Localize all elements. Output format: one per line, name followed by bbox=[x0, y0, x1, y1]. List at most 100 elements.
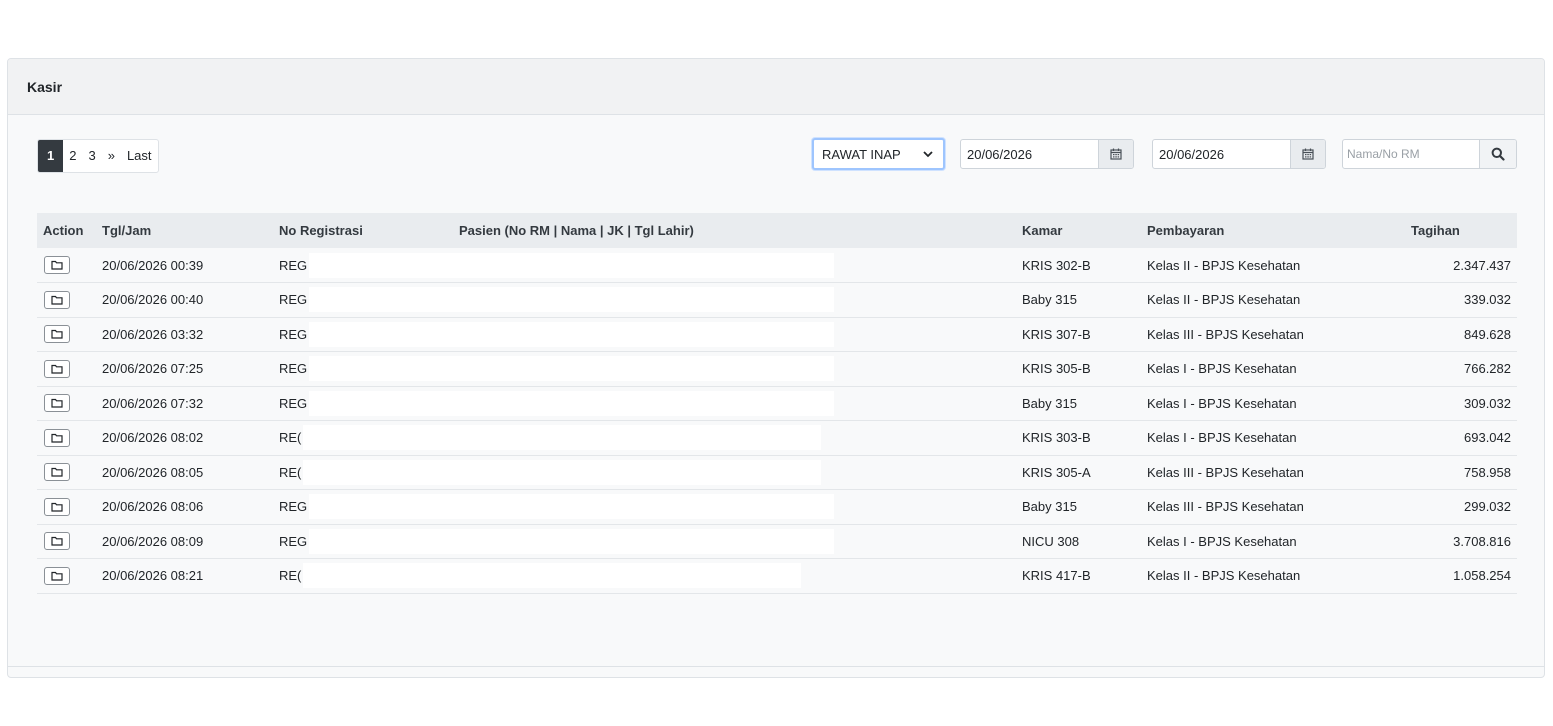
action-cell bbox=[37, 455, 96, 490]
payment-cell: Kelas I - BPJS Kesehatan bbox=[1147, 395, 1297, 411]
table-row[interactable]: 20/06/2026 08:09 REG NICU 308 Kelas I - … bbox=[37, 524, 1517, 559]
date-to-input[interactable] bbox=[1153, 140, 1290, 168]
last-page-button[interactable]: Last bbox=[121, 140, 158, 172]
service-type-select[interactable]: RAWAT INAP bbox=[812, 138, 945, 170]
redacted-block bbox=[309, 390, 835, 416]
open-folder-button[interactable] bbox=[44, 428, 70, 447]
open-folder-button[interactable] bbox=[44, 463, 70, 482]
open-folder-button[interactable] bbox=[44, 532, 70, 551]
reg-patient-cell: REG bbox=[273, 352, 1016, 387]
folder-icon bbox=[51, 468, 63, 477]
payment-cell: Kelas I - BPJS Kesehatan bbox=[1147, 430, 1297, 446]
date-to-calendar-button[interactable] bbox=[1290, 140, 1325, 168]
page-2-button[interactable]: 2 bbox=[63, 140, 82, 172]
folder-icon bbox=[51, 399, 63, 408]
reg-no: RE( bbox=[279, 568, 302, 584]
table-row[interactable]: 20/06/2026 07:32 REG Baby 315 Kelas I - … bbox=[37, 386, 1517, 421]
table-row[interactable]: 20/06/2026 08:21 RE( KRIS 417-B Kelas II… bbox=[37, 559, 1517, 593]
open-folder-button[interactable] bbox=[44, 325, 70, 344]
search-input[interactable] bbox=[1343, 140, 1479, 168]
payment-cell: Kelas I - BPJS Kesehatan bbox=[1147, 533, 1297, 549]
open-folder-button[interactable] bbox=[44, 566, 70, 585]
open-folder-button[interactable] bbox=[44, 290, 70, 309]
datetime-cell: 20/06/2026 08:21 bbox=[102, 568, 204, 584]
action-cell bbox=[37, 317, 96, 352]
bill-cell: 1.058.254 bbox=[1453, 568, 1511, 584]
folder-icon bbox=[51, 295, 63, 305]
table-row[interactable]: 20/06/2026 00:40 REG Baby 315 Kelas II -… bbox=[37, 283, 1517, 318]
table-row[interactable]: 20/06/2026 03:32 REG KRIS 307-B Kelas II… bbox=[37, 317, 1517, 352]
datetime-cell: 20/06/2026 07:32 bbox=[102, 395, 204, 411]
redacted-block bbox=[309, 494, 835, 520]
folder-icon bbox=[51, 433, 63, 443]
reg-no: REG bbox=[279, 499, 308, 515]
folder-icon bbox=[51, 571, 63, 581]
datetime-cell: 20/06/2026 08:05 bbox=[102, 464, 204, 480]
payment-cell: Kelas II - BPJS Kesehatan bbox=[1147, 257, 1301, 273]
bill-cell: 849.628 bbox=[1464, 326, 1511, 342]
open-folder-button[interactable] bbox=[44, 359, 70, 378]
datetime-cell: 20/06/2026 00:40 bbox=[102, 292, 204, 308]
search-group bbox=[1342, 139, 1517, 169]
date-from-input[interactable] bbox=[961, 140, 1098, 168]
open-folder-button[interactable] bbox=[44, 394, 70, 413]
action-cell bbox=[37, 352, 96, 387]
header-payment: Pembayaran bbox=[1147, 223, 1225, 238]
card-footer-divider bbox=[8, 666, 1544, 667]
header-bill: Tagihan bbox=[1411, 223, 1460, 238]
action-cell bbox=[37, 248, 96, 283]
next-page-button[interactable]: » bbox=[102, 140, 121, 172]
table-row[interactable]: 20/06/2026 00:39 REG KRIS 302-B Kelas II… bbox=[37, 248, 1517, 283]
date-from-calendar-button[interactable] bbox=[1098, 140, 1133, 168]
payment-cell: Kelas III - BPJS Kesehatan bbox=[1147, 326, 1304, 342]
bill-cell: 758.958 bbox=[1464, 464, 1511, 480]
folder-icon bbox=[51, 502, 63, 512]
reg-no: REG bbox=[279, 292, 308, 308]
page-3-button[interactable]: 3 bbox=[82, 140, 101, 172]
reg-no: REG bbox=[279, 257, 308, 273]
reg-patient-cell: REG bbox=[273, 283, 1016, 318]
page-1-button[interactable]: 1 bbox=[38, 140, 64, 172]
redacted-block bbox=[309, 321, 835, 347]
datetime-cell: 20/06/2026 08:06 bbox=[102, 499, 204, 515]
service-type-value: RAWAT INAP bbox=[822, 146, 901, 162]
redacted-block bbox=[303, 563, 802, 589]
bill-cell: 3.708.816 bbox=[1453, 533, 1511, 549]
redacted-block bbox=[309, 528, 835, 554]
header-room: Kamar bbox=[1022, 223, 1063, 238]
table-row[interactable]: 20/06/2026 08:05 RE( KRIS 305-A Kelas II… bbox=[37, 455, 1517, 490]
action-cell bbox=[37, 490, 96, 525]
action-cell bbox=[37, 524, 96, 559]
bill-cell: 339.032 bbox=[1464, 292, 1511, 308]
bill-cell: 299.032 bbox=[1464, 499, 1511, 515]
folder-icon bbox=[51, 364, 63, 374]
table-row[interactable]: 20/06/2026 07:25 REG KRIS 305-B Kelas I … bbox=[37, 352, 1517, 387]
datetime-cell: 20/06/2026 08:09 bbox=[102, 533, 204, 549]
table-row[interactable]: 20/06/2026 08:06 REG Baby 315 Kelas III … bbox=[37, 490, 1517, 525]
datetime-cell: 20/06/2026 08:02 bbox=[102, 430, 204, 446]
reg-no: REG bbox=[279, 326, 308, 342]
datetime-cell: 20/06/2026 03:32 bbox=[102, 326, 204, 342]
folder-icon bbox=[51, 330, 63, 339]
redacted-block bbox=[303, 459, 822, 485]
search-button[interactable] bbox=[1479, 140, 1516, 168]
open-folder-button[interactable] bbox=[44, 497, 70, 516]
kasir-card: Kasir 1 2 3 » Last RAWAT INAP 20/06/2026… bbox=[7, 58, 1545, 678]
reg-patient-cell: REG bbox=[273, 490, 1016, 525]
room-cell: KRIS 307-B bbox=[1022, 326, 1091, 342]
payment-cell: Kelas II - BPJS Kesehatan bbox=[1147, 568, 1301, 584]
payment-cell: Kelas I - BPJS Kesehatan bbox=[1147, 361, 1297, 377]
calendar-icon bbox=[1302, 148, 1314, 160]
reg-patient-cell: RE( bbox=[273, 455, 1016, 490]
bill-cell: 766.282 bbox=[1464, 361, 1511, 377]
table-row[interactable]: 20/06/2026 08:02 RE( KRIS 303-B Kelas I … bbox=[37, 421, 1517, 455]
header-patient: Pasien (No RM | Nama | JK | Tgl Lahir) bbox=[459, 223, 694, 238]
table-header-row: Action Tgl/Jam No Registrasi Pasien (No … bbox=[37, 213, 1517, 248]
room-cell: NICU 308 bbox=[1022, 533, 1080, 549]
open-folder-button[interactable] bbox=[44, 256, 70, 274]
reg-no: REG bbox=[279, 395, 308, 411]
header-reg-no: No Registrasi bbox=[279, 223, 363, 238]
datetime-cell: 20/06/2026 07:25 bbox=[102, 361, 204, 377]
date-from-group bbox=[960, 139, 1134, 169]
calendar-icon bbox=[1110, 148, 1122, 160]
